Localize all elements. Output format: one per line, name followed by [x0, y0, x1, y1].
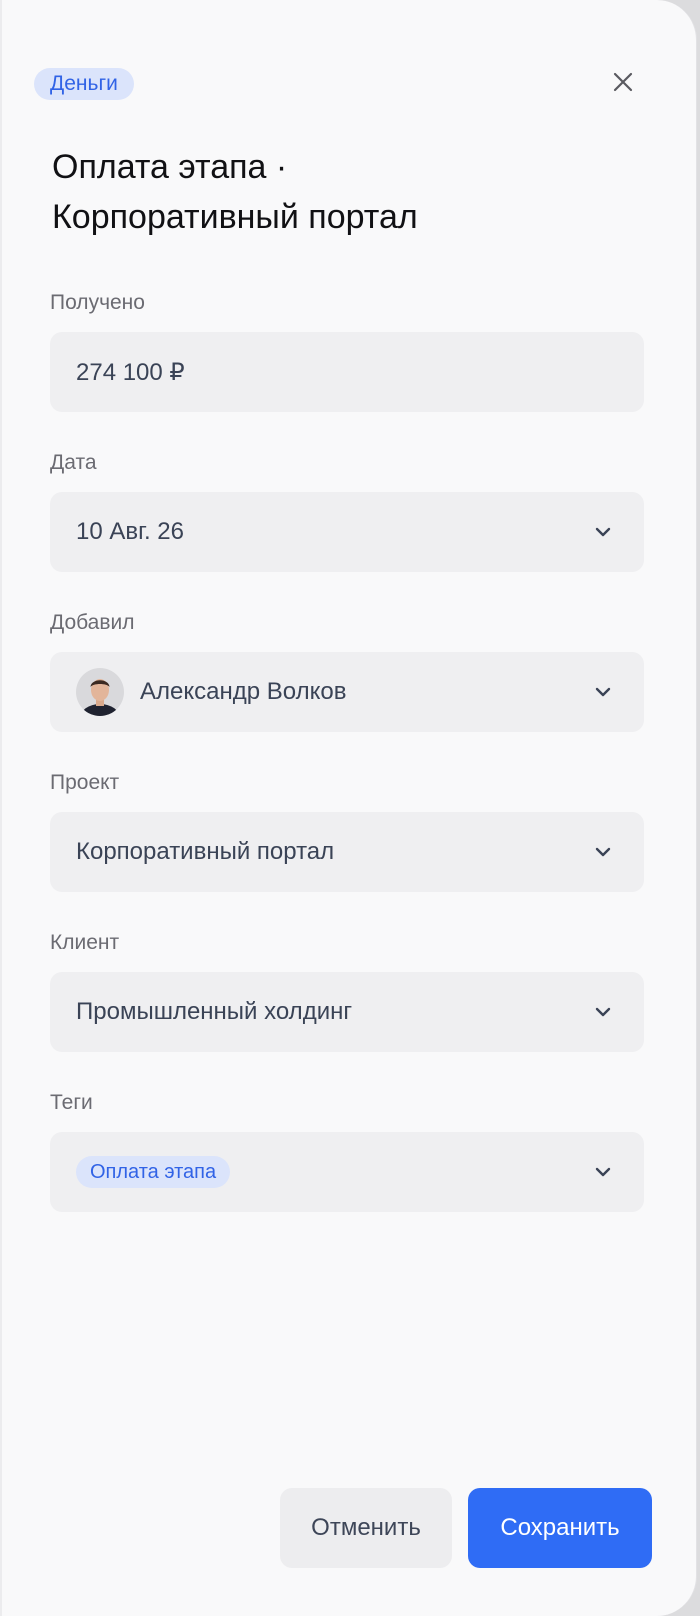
- title-line-2: Корпоративный портал: [52, 198, 418, 236]
- added-by-select[interactable]: Александр Волков: [50, 652, 644, 732]
- chevron-down-icon: [595, 687, 611, 697]
- tag-chip[interactable]: Оплата этапа: [76, 1156, 231, 1188]
- cancel-button[interactable]: Отменить: [280, 1488, 452, 1568]
- date-select[interactable]: 10 Авг. 26: [50, 492, 644, 572]
- close-button[interactable]: [606, 65, 640, 99]
- client-select[interactable]: Промышленный холдинг: [50, 972, 644, 1052]
- title-line-1: Оплата этапа ·: [52, 148, 288, 186]
- chevron-down-icon: [595, 1007, 611, 1017]
- chevron-down-icon: [595, 527, 611, 537]
- save-button[interactable]: Сохранить: [468, 1488, 652, 1568]
- date-value: 10 Авг. 26: [76, 518, 184, 545]
- category-badge: Деньги: [34, 68, 134, 100]
- close-icon: [613, 72, 633, 92]
- received-amount-input[interactable]: 274 100 ₽: [50, 332, 644, 412]
- project-select[interactable]: Корпоративный портал: [50, 812, 644, 892]
- chevron-down-icon: [595, 847, 611, 857]
- tags-label: Теги: [50, 1091, 93, 1114]
- added-by-label: Добавил: [50, 611, 135, 634]
- avatar: [76, 668, 124, 716]
- received-amount-value: 274 100 ₽: [76, 358, 185, 386]
- client-label: Клиент: [50, 931, 120, 954]
- page-title: Оплата этапа · Корпоративный портал: [52, 142, 612, 242]
- added-by-value: Александр Волков: [140, 678, 347, 705]
- tags-select[interactable]: Оплата этапа: [50, 1132, 644, 1212]
- received-label: Получено: [50, 291, 145, 314]
- panel-divider: [0, 0, 2, 1616]
- project-label: Проект: [50, 771, 120, 794]
- project-value: Корпоративный портал: [76, 838, 335, 865]
- date-label: Дата: [50, 451, 97, 474]
- chevron-down-icon: [595, 1167, 611, 1177]
- client-value: Промышленный холдинг: [76, 998, 353, 1025]
- drawer-panel: Деньги Оплата этапа · Корпоративный порт…: [0, 0, 697, 1616]
